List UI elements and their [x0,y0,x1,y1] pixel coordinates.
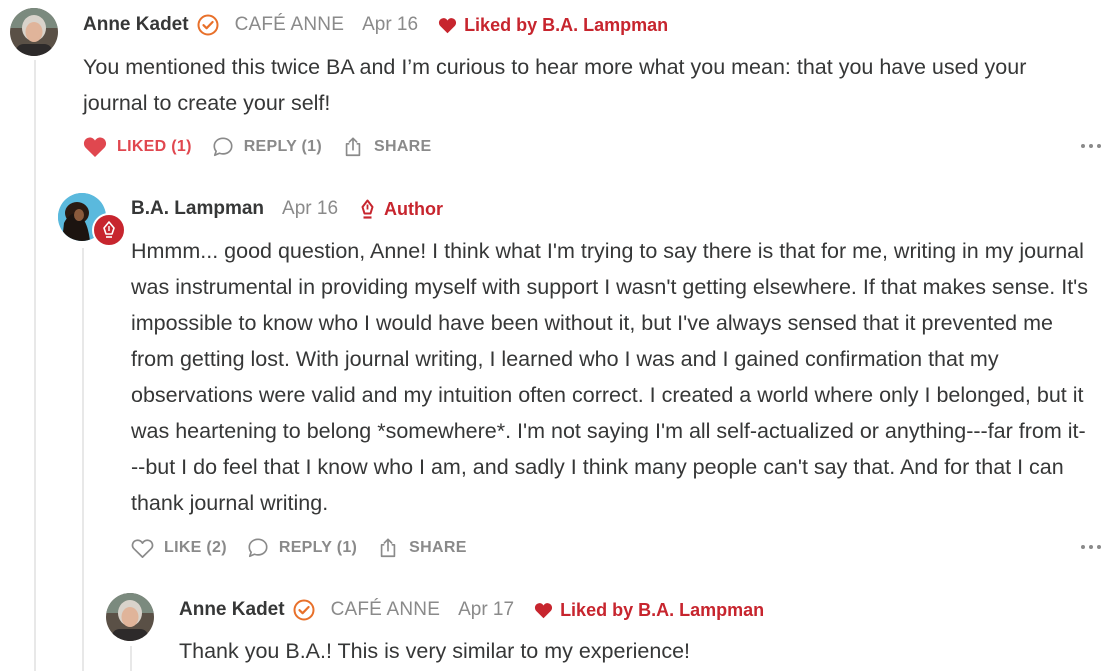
avatar[interactable] [106,593,154,641]
comment-body: Thank you B.A.! This is very similar to … [179,639,691,663]
comment-actions: LIKED (1) REPLY (1) SHARE [83,134,452,160]
heart-icon [535,602,553,618]
like-button[interactable]: LIKE (2) [131,538,227,559]
reply-label: REPLY (1) [243,138,322,155]
like-button[interactable]: LIKED (1) [83,136,192,158]
like-label: LIKE (2) [164,539,227,556]
avatar[interactable] [10,8,58,56]
liked-by-text: Liked by B.A. Lampman [560,599,765,620]
reply-button[interactable]: REPLY (1) [247,537,357,559]
heart-icon [131,538,154,558]
comment-bubble-icon [248,538,268,558]
comment-body: You mentioned this twice BA and I’m curi… [83,55,1027,115]
reply-button[interactable]: REPLY (1) [212,136,322,158]
author-badge-label: Author [384,198,443,219]
thread-line [130,646,132,671]
share-icon [380,538,396,558]
thread-line [34,60,36,671]
reply-label: REPLY (1) [278,539,358,556]
more-dots-icon[interactable] [1081,144,1101,148]
heart-icon [83,137,107,157]
author-badge: Author [360,199,443,220]
author-name[interactable]: B.A. Lampman [131,198,264,220]
author-pen-icon [361,199,374,219]
comment-bubble-icon [213,137,233,157]
author-name[interactable]: Anne Kadet [83,14,189,36]
comment-date[interactable]: Apr 16 [362,14,418,36]
liked-by-badge: Liked by B.A. Lampman [438,15,668,36]
verified-check-icon [197,14,219,36]
more-dots-icon[interactable] [1081,545,1101,549]
thread-line [82,248,84,671]
comment-body: Hmmm... good question, Anne! I think wha… [131,239,1089,515]
comment-header: Anne Kadet CAFÉ ANNE Apr 17 Liked by B.A… [179,595,764,625]
comment-date[interactable]: Apr 16 [282,198,338,220]
like-label: LIKED (1) [117,138,192,155]
comment-header: Anne Kadet CAFÉ ANNE Apr 16 Liked by B.A… [83,10,668,40]
author-pen-icon [92,213,126,247]
share-label: SHARE [374,138,432,155]
heart-icon [439,17,457,33]
share-button[interactable]: SHARE [377,537,467,559]
liked-by-badge: Liked by B.A. Lampman [534,600,764,621]
share-button[interactable]: SHARE [342,136,432,158]
publication-name[interactable]: CAFÉ ANNE [331,599,441,621]
publication-name[interactable]: CAFÉ ANNE [235,14,345,36]
comment-header: B.A. Lampman Apr 16 Author [131,194,443,224]
comment-actions: LIKE (2) REPLY (1) SHARE [131,535,487,561]
comment-date[interactable]: Apr 17 [458,599,514,621]
author-name[interactable]: Anne Kadet [179,599,285,621]
verified-check-icon [293,599,315,621]
liked-by-text: Liked by B.A. Lampman [464,14,669,35]
share-label: SHARE [409,539,467,556]
share-icon [345,137,361,157]
